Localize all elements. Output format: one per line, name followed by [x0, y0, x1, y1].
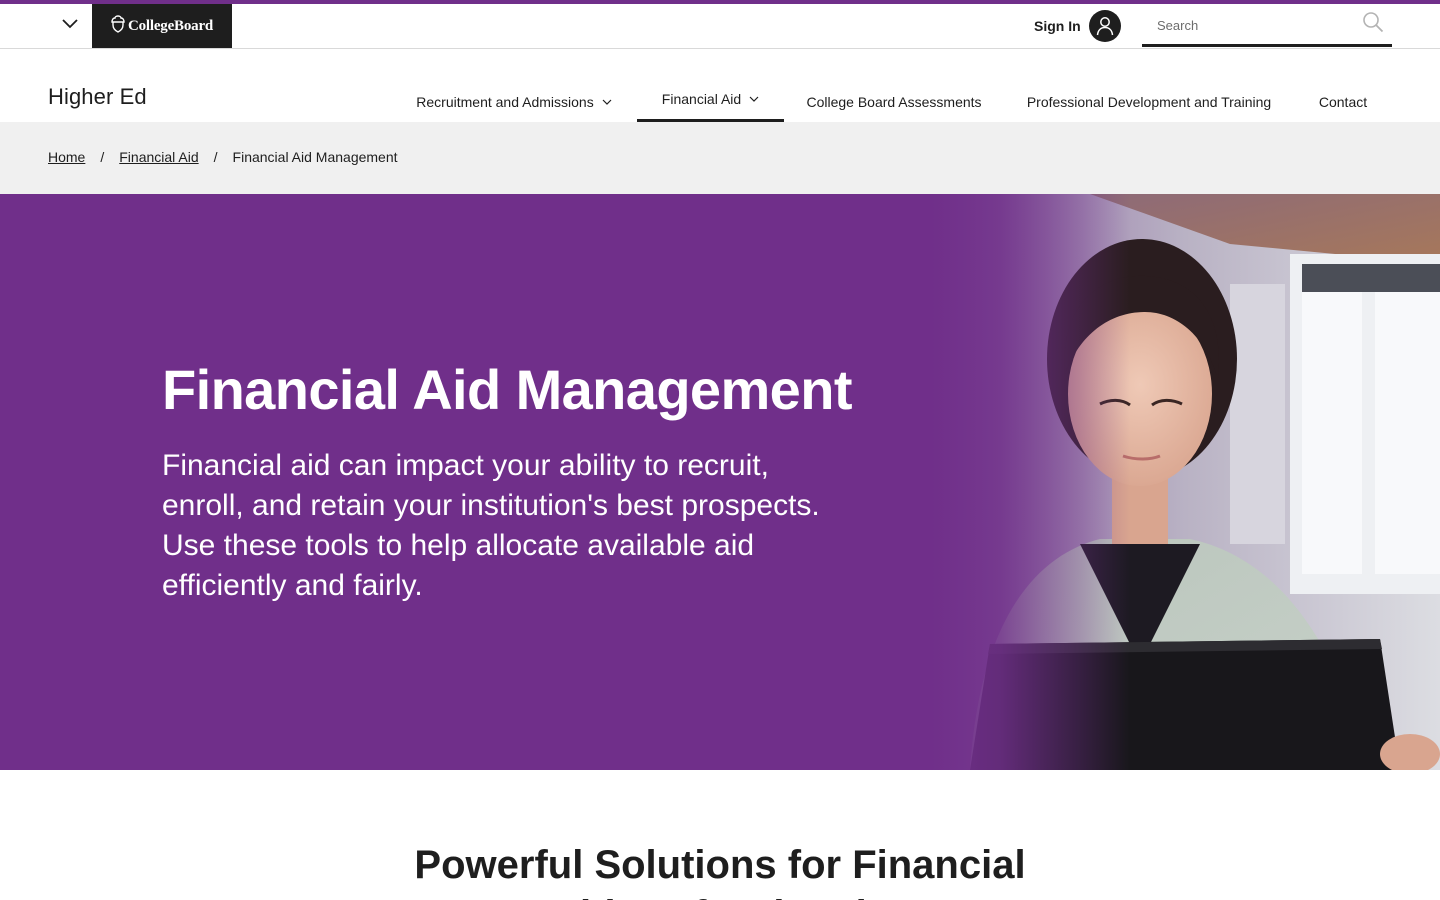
breadcrumb-bar: Home / Financial Aid / Financial Aid Man… [0, 122, 1440, 194]
section-heading: Powerful Solutions for Financial Aid Pro… [0, 840, 1440, 900]
sign-in-button[interactable]: Sign In [1034, 10, 1121, 42]
nav-item-recruitment-and-admissions[interactable]: Recruitment and Admissions [404, 49, 624, 122]
college-board-logo[interactable]: CollegeBoard [92, 4, 232, 48]
logo-text: CollegeBoard [127, 17, 214, 34]
nav-item-contact[interactable]: Contact [1306, 49, 1380, 122]
page-title: Financial Aid Management [162, 358, 852, 421]
search-button[interactable] [1360, 11, 1386, 37]
sign-in-label: Sign In [1034, 18, 1081, 34]
breadcrumb-current-page: Financial Aid Management [232, 149, 398, 165]
hero-banner: Financial Aid Management Financial aid c… [0, 194, 1440, 770]
chevron-down-icon [602, 99, 612, 105]
nav-item-label: Professional Development and Training [1026, 93, 1272, 110]
acorn-icon [111, 14, 125, 38]
nav-item-financial-aid[interactable]: Financial Aid [637, 49, 784, 122]
breadcrumb-financial-aid-link[interactable]: Financial Aid [119, 149, 198, 165]
nav-items: Recruitment and Admissions Financial Aid… [0, 49, 1440, 122]
nav-item-label: Recruitment and Admissions [416, 93, 594, 110]
nav-item-college-board-assessments[interactable]: College Board Assessments [796, 49, 992, 122]
nav-item-professional-development-and-training[interactable]: Professional Development and Training [1014, 49, 1284, 122]
nav-item-label: Contact [1318, 93, 1368, 110]
search-input[interactable] [1142, 7, 1352, 44]
nav-item-label: Financial Aid [661, 90, 742, 107]
breadcrumb-separator: / [100, 149, 105, 165]
search-icon [1362, 11, 1384, 38]
user-icon [1088, 10, 1121, 42]
section-heading-text: Powerful Solutions for Financial Aid Pro… [414, 843, 1026, 900]
hero-gradient-overlay [930, 194, 1130, 770]
breadcrumb: Home / Financial Aid / Financial Aid Man… [48, 149, 398, 165]
local-navigation: Higher Ed Recruitment and Admissions Fin… [0, 49, 1440, 122]
chevron-down-icon [62, 16, 78, 34]
global-header: CollegeBoard Sign In [0, 0, 1440, 49]
global-menu-toggle[interactable] [52, 10, 88, 40]
breadcrumb-home-link[interactable]: Home [48, 149, 85, 165]
hero-description: Financial aid can impact your ability to… [162, 449, 820, 602]
breadcrumb-separator: / [213, 149, 218, 165]
nav-item-label: College Board Assessments [806, 93, 982, 110]
search-box [1142, 7, 1392, 47]
chevron-down-icon [749, 96, 759, 102]
